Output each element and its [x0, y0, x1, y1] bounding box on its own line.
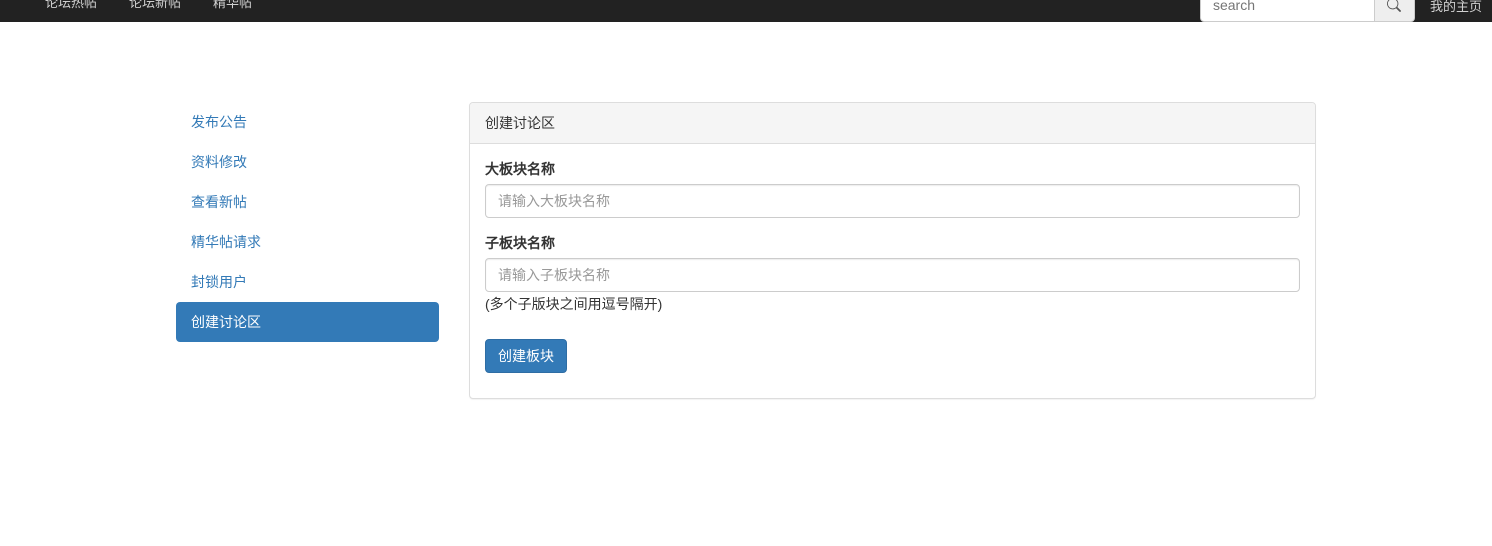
main-board-input[interactable] — [485, 184, 1300, 218]
nav-items: 论坛热帖 论坛新帖 精华帖 — [15, 0, 252, 19]
sidebar-link[interactable]: 封锁用户 — [176, 262, 439, 302]
panel-heading: 创建讨论区 — [470, 103, 1315, 144]
form-group-main-board: 大板块名称 — [485, 159, 1300, 218]
sidebar-link[interactable]: 资料修改 — [176, 142, 439, 182]
create-board-button[interactable]: 创建板块 — [485, 339, 567, 373]
sub-board-label: 子板块名称 — [485, 233, 1300, 253]
top-navbar: 论坛热帖 论坛新帖 精华帖 我的主页 — [0, 0, 1492, 22]
nav-item-essence[interactable]: 精华帖 — [213, 0, 252, 11]
main-content: 创建讨论区 大板块名称 子板块名称 (多个子版块之间用逗号隔开) 创建板块 — [469, 102, 1316, 399]
sub-board-help: (多个子版块之间用逗号隔开) — [485, 294, 1300, 314]
search-input[interactable] — [1200, 0, 1375, 22]
nav-item-hot[interactable]: 论坛热帖 — [45, 0, 97, 11]
sidebar-nav: 发布公告 资料修改 查看新帖 精华帖请求 封锁用户 创建讨论区 — [176, 102, 439, 342]
sidebar-item-newposts[interactable]: 查看新帖 — [176, 182, 439, 222]
sidebar-item-block-user[interactable]: 封锁用户 — [176, 262, 439, 302]
form-group-sub-board: 子板块名称 (多个子版块之间用逗号隔开) — [485, 233, 1300, 314]
sidebar-link[interactable]: 创建讨论区 — [176, 302, 439, 342]
sidebar-item-profile[interactable]: 资料修改 — [176, 142, 439, 182]
sidebar-item-announce[interactable]: 发布公告 — [176, 102, 439, 142]
sidebar-link[interactable]: 发布公告 — [176, 102, 439, 142]
sidebar-link[interactable]: 查看新帖 — [176, 182, 439, 222]
nav-user-link[interactable]: 我的主页 — [1430, 0, 1492, 15]
sidebar-item-create-forum[interactable]: 创建讨论区 — [176, 302, 439, 342]
search-icon — [1387, 0, 1401, 12]
main-container: 发布公告 资料修改 查看新帖 精华帖请求 封锁用户 创建讨论区 创建讨论区 大板… — [161, 22, 1331, 399]
sidebar-link[interactable]: 精华帖请求 — [176, 222, 439, 262]
sub-board-input[interactable] — [485, 258, 1300, 292]
panel-body: 大板块名称 子板块名称 (多个子版块之间用逗号隔开) 创建板块 — [470, 144, 1315, 398]
main-board-label: 大板块名称 — [485, 159, 1300, 179]
nav-item-new[interactable]: 论坛新帖 — [129, 0, 181, 11]
search-wrap — [1200, 0, 1415, 22]
sidebar: 发布公告 资料修改 查看新帖 精华帖请求 封锁用户 创建讨论区 — [176, 102, 439, 399]
sidebar-item-essence-req[interactable]: 精华帖请求 — [176, 222, 439, 262]
search-button[interactable] — [1375, 0, 1415, 22]
nav-right: 我的主页 — [1200, 0, 1492, 22]
create-forum-panel: 创建讨论区 大板块名称 子板块名称 (多个子版块之间用逗号隔开) 创建板块 — [469, 102, 1316, 399]
